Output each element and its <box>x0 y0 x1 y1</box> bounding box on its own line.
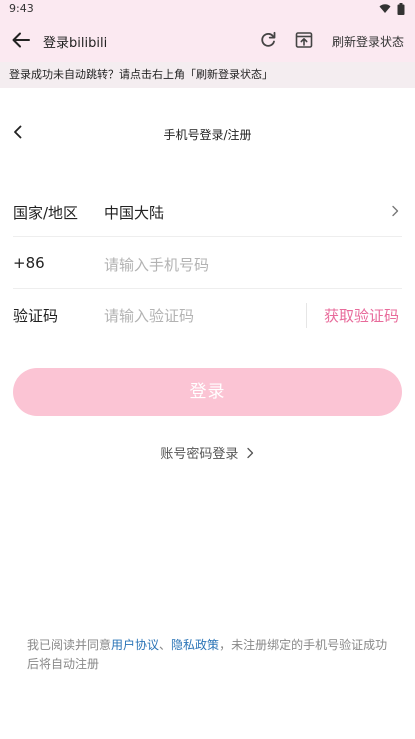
code-label: 验证码 <box>13 307 59 325</box>
password-login-link[interactable]: 账号密码登录 <box>0 443 415 462</box>
phone-row: +86 <box>0 239 415 289</box>
divider <box>13 288 402 289</box>
agreement-separator: 、 <box>159 638 172 652</box>
back-arrow-icon[interactable] <box>10 29 32 51</box>
chevron-right-icon <box>246 447 253 459</box>
status-bar: 9:43 <box>0 0 415 18</box>
status-time: 9:43 <box>9 2 34 15</box>
page-header: 手机号登录/注册 <box>0 118 415 148</box>
privacy-policy-link[interactable]: 隐私政策 <box>171 638 219 652</box>
agreement-prefix: 我已阅读并同意 <box>27 638 112 652</box>
agreement-text: 我已阅读并同意用户协议、隐私政策，未注册绑定的手机号验证成功后将自动注册 <box>27 636 395 674</box>
chevron-right-icon <box>392 205 399 217</box>
code-row: 验证码 获取验证码 <box>0 290 415 340</box>
refresh-icon[interactable] <box>258 30 278 50</box>
code-input[interactable] <box>102 300 296 332</box>
open-in-browser-icon[interactable] <box>294 30 314 50</box>
app-title: 登录bilibili <box>43 36 108 51</box>
redirect-notice: 登录成功未自动跳转？请点击右上角「刷新登录状态」 <box>0 62 415 88</box>
login-button[interactable]: 登录 <box>13 368 402 416</box>
wifi-icon <box>379 4 391 13</box>
refresh-login-button[interactable]: 刷新登录状态 <box>332 33 404 50</box>
status-icons <box>379 3 405 15</box>
region-value: 中国大陆 <box>104 204 165 222</box>
app-bar: 登录bilibili 刷新登录状态 <box>0 18 415 62</box>
page-title: 手机号登录/注册 <box>163 128 252 142</box>
region-row[interactable]: 国家/地区 中国大陆 <box>0 187 415 237</box>
battery-icon <box>397 3 405 15</box>
vertical-separator <box>306 303 307 328</box>
password-login-label: 账号密码登录 <box>160 447 239 462</box>
phone-prefix: +86 <box>13 254 45 272</box>
phone-input[interactable] <box>102 249 296 281</box>
get-code-button[interactable]: 获取验证码 <box>324 305 399 326</box>
region-label: 国家/地区 <box>13 204 79 222</box>
divider <box>13 236 402 237</box>
user-agreement-link[interactable]: 用户协议 <box>111 638 159 652</box>
